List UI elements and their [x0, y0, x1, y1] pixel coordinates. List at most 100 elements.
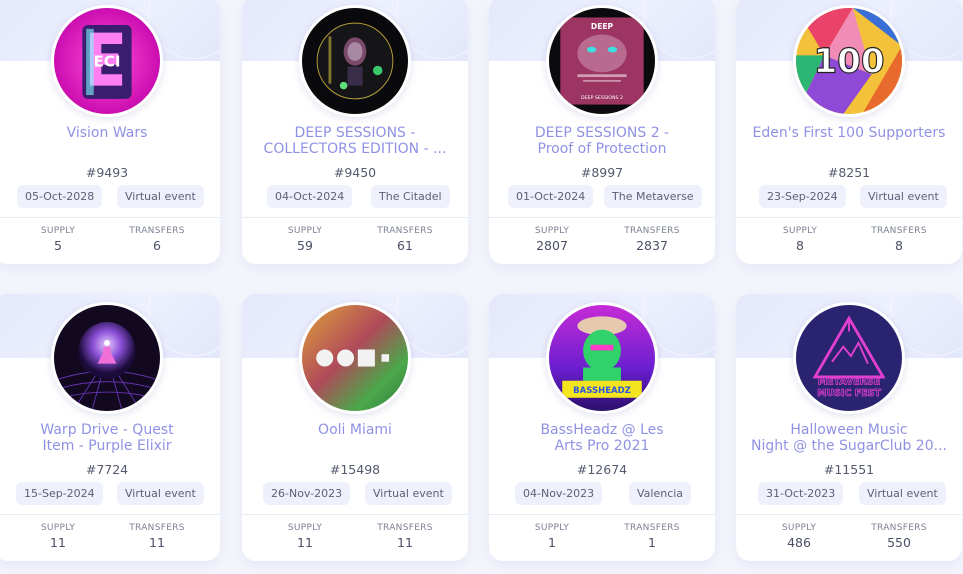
poap-card[interactable]: ECI Vision Wars #9493 05-Oct-2028 Virtua… [0, 0, 220, 264]
card-divider [242, 514, 468, 515]
poap-image[interactable] [299, 302, 411, 414]
card-divider [489, 217, 715, 218]
card-divider [489, 514, 715, 515]
event-location-badge: The Citadel [371, 185, 450, 208]
token-id: #7724 [85, 462, 129, 477]
svg-text:METAVERSE: METAVERSE [818, 377, 881, 388]
event-date-badge: 05-Oct-2028 [17, 185, 103, 208]
transfers-stat: TRANSFERS 550 [849, 523, 949, 550]
supply-value: 2807 [536, 238, 568, 253]
poap-card[interactable]: BASSHEADZ BassHeadz @ Les Arts Pro 2021 … [489, 294, 715, 561]
poap-image[interactable] [51, 302, 163, 414]
poap-card[interactable]: DEEP DEEP SESSIONS 2 DEEP SESSIONS 2 - P… [489, 0, 715, 264]
transfers-value: 550 [887, 535, 911, 550]
poap-image[interactable] [299, 5, 411, 117]
poap-card[interactable]: METAVERSE MUSIC FEST Halloween Music Nig… [736, 294, 962, 561]
event-date-badge: 31-Oct-2023 [758, 482, 844, 505]
card-divider [0, 217, 220, 218]
transfers-label: TRANSFERS [377, 523, 433, 533]
event-title[interactable]: DEEP SESSIONS - COLLECTORS EDITION - ... [250, 125, 460, 157]
transfers-value: 1 [648, 535, 656, 550]
svg-text:100: 100 [813, 41, 884, 81]
supply-stat: SUPPLY 2807 [502, 226, 602, 253]
event-location-badge: Virtual event [117, 482, 204, 505]
token-id: #11551 [823, 462, 875, 477]
transfers-stat: TRANSFERS 1 [602, 523, 702, 550]
event-location-badge: The Metaverse [604, 185, 702, 208]
metaverse-music-fest: METAVERSE MUSIC FEST [796, 305, 902, 411]
supply-value: 11 [297, 535, 313, 550]
supply-stat: SUPPLY 486 [749, 523, 849, 550]
supply-value: 8 [796, 238, 804, 253]
transfers-stat: TRANSFERS 61 [355, 226, 455, 253]
event-title[interactable]: Warp Drive - Quest Item - Purple Elixir [2, 422, 212, 454]
supply-label: SUPPLY [534, 226, 570, 236]
transfers-stat: TRANSFERS 11 [107, 523, 207, 550]
event-title[interactable]: Vision Wars [2, 125, 212, 141]
transfers-stat: TRANSFERS 8 [849, 226, 949, 253]
event-title[interactable]: DEEP SESSIONS 2 - Proof of Protection [497, 125, 707, 157]
supply-stat: SUPPLY 59 [255, 226, 355, 253]
ooli-gradient [302, 305, 408, 411]
poap-image[interactable]: DEEP DEEP SESSIONS 2 [546, 5, 658, 117]
poap-image[interactable]: BASSHEADZ [546, 302, 658, 414]
poap-image[interactable]: ECI [51, 5, 163, 117]
transfers-value: 11 [397, 535, 413, 550]
event-location-badge: Virtual event [859, 482, 946, 505]
event-date-badge: 04-Oct-2024 [267, 185, 353, 208]
supply-value: 486 [787, 535, 811, 550]
supply-stat: SUPPLY 11 [8, 523, 108, 550]
poap-card[interactable]: DEEP SESSIONS - COLLECTORS EDITION - ...… [242, 0, 468, 264]
poap-image[interactable]: METAVERSE MUSIC FEST [793, 302, 905, 414]
transfers-value: 61 [397, 238, 413, 253]
poap-card[interactable]: 100 Eden's First 100 Supporters #8251 23… [736, 0, 962, 264]
poap-image[interactable]: 100 [793, 5, 905, 117]
event-location-badge: Virtual event [117, 185, 204, 208]
transfers-label: TRANSFERS [129, 523, 185, 533]
transfers-value: 2837 [636, 238, 668, 253]
transfers-label: TRANSFERS [624, 523, 680, 533]
event-title[interactable]: Eden's First 100 Supporters [744, 125, 954, 141]
transfers-stat: TRANSFERS 11 [355, 523, 455, 550]
transfers-label: TRANSFERS [871, 523, 927, 533]
deep-sessions-poster [302, 8, 408, 114]
event-title[interactable]: BassHeadz @ Les Arts Pro 2021 [497, 422, 707, 454]
event-date-badge: 01-Oct-2024 [508, 185, 594, 208]
supply-label: SUPPLY [782, 226, 818, 236]
transfers-label: TRANSFERS [377, 226, 433, 236]
poap-card[interactable]: Warp Drive - Quest Item - Purple Elixir … [0, 294, 220, 561]
svg-text:DEEP: DEEP [591, 22, 614, 31]
supply-stat: SUPPLY 11 [255, 523, 355, 550]
bassheadz-character: BASSHEADZ [549, 305, 655, 411]
transfers-label: TRANSFERS [871, 226, 927, 236]
svg-text:MUSIC FEST: MUSIC FEST [817, 388, 881, 399]
svg-text:ECI: ECI [93, 53, 120, 71]
event-date-badge: 04-Nov-2023 [515, 482, 603, 505]
supply-label: SUPPLY [40, 523, 76, 533]
token-id: #9493 [85, 165, 129, 180]
event-location-badge: Virtual event [365, 482, 452, 505]
supply-label: SUPPLY [781, 523, 817, 533]
supply-label: SUPPLY [287, 523, 323, 533]
event-date-badge: 15-Sep-2024 [16, 482, 103, 505]
supply-value: 5 [54, 238, 62, 253]
token-id: #9450 [333, 165, 377, 180]
event-title[interactable]: Ooli Miami [250, 422, 460, 438]
transfers-label: TRANSFERS [129, 226, 185, 236]
event-date-badge: 26-Nov-2023 [263, 482, 351, 505]
event-title[interactable]: Halloween Music Night @ the SugarClub 20… [744, 422, 954, 454]
transfers-stat: TRANSFERS 2837 [602, 226, 702, 253]
card-divider [242, 217, 468, 218]
event-location-badge: Virtual event [860, 185, 947, 208]
neon-glyph-art: ECI [54, 8, 160, 114]
card-divider [0, 514, 220, 515]
token-id: #8251 [827, 165, 871, 180]
supply-label: SUPPLY [287, 226, 323, 236]
poap-card[interactable]: Ooli Miami #15498 26-Nov-2023 Virtual ev… [242, 294, 468, 561]
supply-value: 1 [548, 535, 556, 550]
supply-value: 59 [297, 238, 313, 253]
supply-stat: SUPPLY 8 [750, 226, 850, 253]
supply-stat: SUPPLY 1 [502, 523, 602, 550]
transfers-value: 8 [895, 238, 903, 253]
svg-text:DEEP SESSIONS 2: DEEP SESSIONS 2 [581, 95, 623, 101]
